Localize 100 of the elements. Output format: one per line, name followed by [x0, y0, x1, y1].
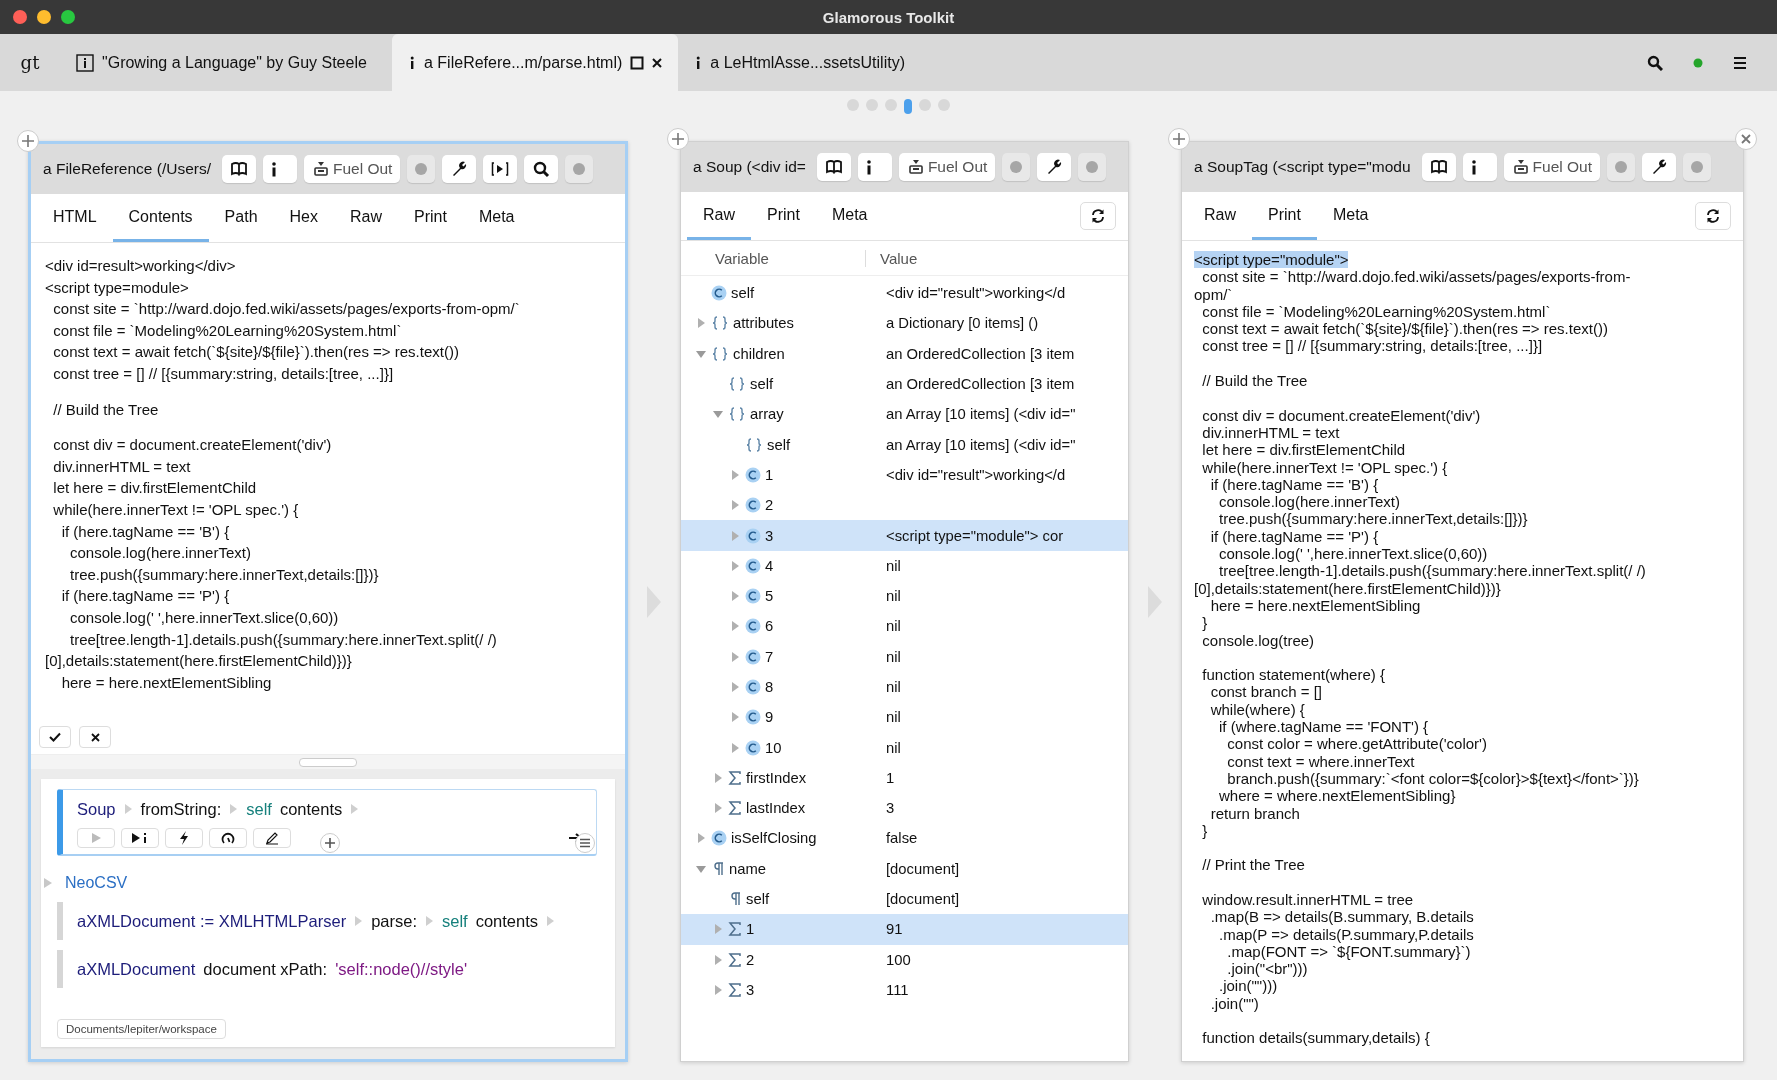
zoom-window-button[interactable] — [61, 10, 75, 24]
view-tab[interactable]: Raw — [687, 192, 751, 240]
lightning-button[interactable] — [165, 828, 203, 848]
expand-triangle-icon[interactable] — [729, 499, 741, 512]
add-pane-button[interactable] — [1168, 128, 1190, 150]
fuel-out-button[interactable]: Fuel Out — [898, 153, 996, 181]
refresh-button[interactable] — [1080, 202, 1116, 230]
code-snippet[interactable]: aXMLDocument := XMLHTMLParser parse: self contents — [57, 902, 597, 940]
book-button[interactable] — [222, 155, 256, 183]
expand-triangle-icon[interactable] — [729, 590, 741, 603]
pencil-button[interactable] — [253, 828, 291, 848]
tree-row[interactable]: self <div id="result">working</d — [681, 278, 1128, 309]
expand-marker-icon[interactable] — [229, 803, 239, 815]
tree-row[interactable]: 2 — [681, 490, 1128, 521]
window-tab[interactable]: "Growing a Language" by Guy Steele — [60, 34, 392, 91]
expand-triangle-icon[interactable] — [729, 741, 741, 754]
tree-row[interactable]: firstIndex 1 — [681, 762, 1128, 794]
tree-row[interactable]: 3 <script type="module"> cor — [681, 520, 1128, 551]
tree-row[interactable]: self an OrderedCollection [3 item — [681, 368, 1128, 400]
info-button[interactable] — [857, 153, 892, 181]
add-pane-button[interactable] — [17, 130, 39, 152]
expand-triangle-icon[interactable] — [729, 620, 741, 633]
accept-button[interactable] — [39, 726, 71, 748]
tree-row[interactable]: 7 nil — [681, 641, 1128, 672]
page-dot[interactable] — [938, 99, 950, 111]
tree-row[interactable]: children an OrderedCollection [3 item — [681, 338, 1128, 369]
circle-button[interactable] — [1002, 153, 1031, 181]
expand-marker-icon[interactable] — [354, 915, 364, 927]
expand-marker-icon[interactable] — [546, 915, 556, 927]
page-link[interactable]: NeoCSV — [65, 874, 128, 892]
tree-row[interactable]: lastIndex 3 — [681, 793, 1128, 824]
tree-row[interactable]: self an Array [10 items] (<div id=" — [681, 429, 1128, 460]
wrench-button[interactable] — [442, 155, 477, 183]
tree-row[interactable]: self [document] — [681, 883, 1128, 915]
expand-marker-icon[interactable] — [350, 803, 360, 815]
tree-row[interactable]: 1 91 — [681, 914, 1128, 945]
view-tab[interactable]: Meta — [815, 192, 884, 240]
expand-triangle-icon[interactable] — [729, 559, 741, 572]
tree-row[interactable]: 8 nil — [681, 671, 1128, 703]
fuel-out-button[interactable]: Fuel Out — [1503, 153, 1601, 181]
menu-button[interactable] — [575, 833, 595, 853]
resize-handle[interactable] — [299, 757, 357, 767]
expand-triangle-icon[interactable] — [712, 953, 724, 966]
tree-row[interactable]: 10 nil — [681, 732, 1128, 763]
expand-triangle-icon[interactable] — [729, 529, 741, 542]
play-button[interactable] — [483, 155, 518, 183]
step-into-button[interactable] — [121, 828, 159, 848]
tree-row[interactable]: 1 <div id="result">working</d — [681, 459, 1128, 491]
tree-row[interactable]: 3 111 — [681, 974, 1128, 1006]
view-tab[interactable]: Raw — [1188, 192, 1252, 240]
close-icon[interactable] — [652, 57, 663, 68]
code-snippet[interactable]: Soup fromString: self contents — [57, 789, 597, 856]
circle-button[interactable] — [1607, 153, 1636, 181]
expand-marker-icon[interactable] — [425, 915, 434, 927]
tree-row[interactable]: array an Array [10 items] (<div id=" — [681, 399, 1128, 430]
tree-row[interactable]: 9 nil — [681, 702, 1128, 733]
tree-row[interactable]: 6 nil — [681, 611, 1128, 642]
view-tab[interactable]: Meta — [1316, 192, 1385, 240]
app-logo[interactable]: gt — [0, 34, 60, 91]
expand-triangle-icon[interactable] — [712, 983, 724, 996]
close-button[interactable] — [1735, 128, 1757, 150]
add-pane-button[interactable] — [667, 128, 689, 150]
circle-button[interactable] — [1078, 153, 1107, 181]
view-tab[interactable]: Print — [398, 194, 463, 242]
page-dot[interactable] — [866, 99, 878, 111]
view-tab[interactable]: Print — [751, 192, 816, 240]
view-tab[interactable]: Meta — [462, 194, 531, 242]
view-tab[interactable]: Print — [1252, 192, 1317, 240]
add-snippet-button[interactable] — [319, 833, 340, 853]
close-window-button[interactable] — [13, 10, 27, 24]
wrench-button[interactable] — [1037, 153, 1072, 181]
tree-row[interactable]: 4 nil — [681, 550, 1128, 581]
expand-triangle-icon[interactable] — [729, 468, 741, 481]
expand-triangle-icon[interactable] — [695, 317, 707, 330]
expand-marker-icon[interactable] — [123, 803, 133, 815]
book-button[interactable] — [1421, 153, 1456, 181]
tree-row[interactable]: isSelfClosing false — [681, 823, 1128, 854]
view-tab[interactable]: Contents — [112, 194, 209, 242]
tree-row[interactable]: 2 100 — [681, 944, 1128, 975]
expand-triangle-icon[interactable] — [712, 771, 724, 784]
refresh-button[interactable] — [1695, 202, 1731, 230]
info-button[interactable] — [263, 155, 297, 183]
gauge-button[interactable] — [209, 828, 247, 848]
circle-button[interactable] — [1683, 153, 1712, 181]
window-tab[interactable]: a FileRefere...m/parse.html) — [392, 34, 679, 91]
cancel-button[interactable] — [79, 726, 111, 748]
search-button[interactable] — [524, 155, 559, 183]
expand-triangle-icon[interactable] — [695, 832, 707, 845]
info-button[interactable] — [1462, 153, 1497, 181]
wrench-button[interactable] — [1642, 153, 1677, 181]
page-dot[interactable] — [885, 99, 897, 111]
search-icon[interactable] — [1647, 54, 1663, 71]
expand-triangle-icon[interactable] — [729, 650, 741, 663]
page-dot[interactable] — [919, 99, 931, 111]
expand-triangle-icon[interactable] — [43, 877, 53, 889]
square-icon[interactable] — [630, 55, 645, 70]
book-button[interactable] — [816, 153, 851, 181]
code-snippet[interactable]: aXMLDocument document xPath: 'self::node()//style' — [57, 950, 597, 988]
view-tab[interactable]: Path — [208, 194, 274, 242]
menu-icon[interactable] — [1733, 55, 1747, 70]
